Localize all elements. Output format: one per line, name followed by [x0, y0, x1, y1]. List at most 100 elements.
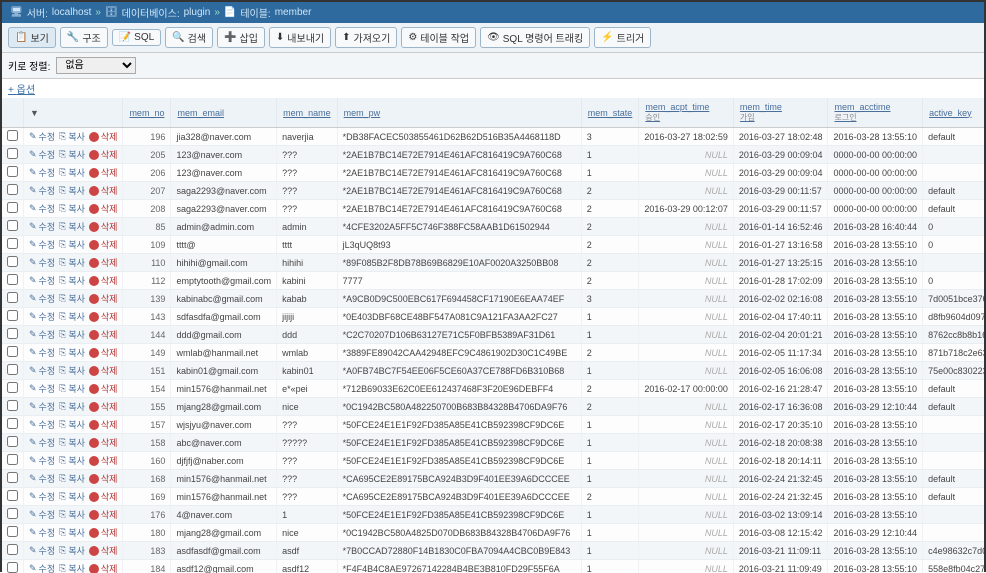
copy-link[interactable]: ⎘복사: [59, 400, 85, 413]
delete-link[interactable]: 삭제: [89, 508, 118, 521]
row-checkbox[interactable]: [7, 292, 18, 303]
edit-link[interactable]: ✎수정: [29, 454, 55, 467]
delete-link[interactable]: 삭제: [89, 328, 118, 341]
copy-link[interactable]: ⎘복사: [59, 418, 85, 431]
col-mem_pw[interactable]: mem_pw: [337, 98, 581, 128]
col-mem_name[interactable]: mem_name: [277, 98, 338, 128]
copy-link[interactable]: ⎘복사: [59, 526, 85, 539]
copy-link[interactable]: ⎘복사: [59, 202, 85, 215]
copy-link[interactable]: ⎘복사: [59, 256, 85, 269]
structure-tab[interactable]: 🔧구조: [60, 27, 108, 48]
row-checkbox[interactable]: [7, 346, 18, 357]
copy-link[interactable]: ⎘복사: [59, 454, 85, 467]
delete-link[interactable]: 삭제: [89, 400, 118, 413]
row-checkbox[interactable]: [7, 418, 18, 429]
delete-link[interactable]: 삭제: [89, 472, 118, 485]
row-checkbox[interactable]: [7, 184, 18, 195]
row-checkbox[interactable]: [7, 256, 18, 267]
triggers-tab[interactable]: ⚡트리거: [594, 27, 651, 48]
copy-link[interactable]: ⎘복사: [59, 130, 85, 143]
edit-link[interactable]: ✎수정: [29, 292, 55, 305]
row-checkbox[interactable]: [7, 220, 18, 231]
edit-link[interactable]: ✎수정: [29, 310, 55, 323]
delete-link[interactable]: 삭제: [89, 130, 118, 143]
delete-link[interactable]: 삭제: [89, 490, 118, 503]
copy-link[interactable]: ⎘복사: [59, 562, 85, 573]
copy-link[interactable]: ⎘복사: [59, 544, 85, 557]
delete-link[interactable]: 삭제: [89, 274, 118, 287]
edit-link[interactable]: ✎수정: [29, 274, 55, 287]
row-checkbox[interactable]: [7, 508, 18, 519]
row-checkbox[interactable]: [7, 148, 18, 159]
copy-link[interactable]: ⎘복사: [59, 472, 85, 485]
delete-link[interactable]: 삭제: [89, 562, 118, 573]
copy-link[interactable]: ⎘복사: [59, 274, 85, 287]
row-checkbox[interactable]: [7, 526, 18, 537]
row-checkbox[interactable]: [7, 562, 18, 573]
copy-link[interactable]: ⎘복사: [59, 382, 85, 395]
delete-link[interactable]: 삭제: [89, 436, 118, 449]
copy-link[interactable]: ⎘복사: [59, 310, 85, 323]
browse-tab[interactable]: 📋보기: [8, 27, 56, 48]
copy-link[interactable]: ⎘복사: [59, 238, 85, 251]
copy-link[interactable]: ⎘복사: [59, 436, 85, 449]
row-checkbox[interactable]: [7, 436, 18, 447]
edit-link[interactable]: ✎수정: [29, 256, 55, 269]
delete-link[interactable]: 삭제: [89, 184, 118, 197]
edit-link[interactable]: ✎수정: [29, 508, 55, 521]
col-mem_time[interactable]: mem_time가입: [733, 98, 828, 128]
edit-link[interactable]: ✎수정: [29, 562, 55, 573]
delete-link[interactable]: 삭제: [89, 220, 118, 233]
edit-link[interactable]: ✎수정: [29, 364, 55, 377]
row-checkbox[interactable]: [7, 130, 18, 141]
copy-link[interactable]: ⎘복사: [59, 292, 85, 305]
delete-link[interactable]: 삭제: [89, 310, 118, 323]
col-mem_state[interactable]: mem_state: [581, 98, 639, 128]
delete-link[interactable]: 삭제: [89, 382, 118, 395]
edit-link[interactable]: ✎수정: [29, 544, 55, 557]
row-checkbox[interactable]: [7, 382, 18, 393]
table-name[interactable]: member: [275, 7, 312, 18]
row-checkbox[interactable]: [7, 166, 18, 177]
server-name[interactable]: localhost: [52, 7, 91, 18]
col-active_key[interactable]: active_key: [923, 98, 984, 128]
edit-link[interactable]: ✎수정: [29, 184, 55, 197]
copy-link[interactable]: ⎘복사: [59, 148, 85, 161]
delete-link[interactable]: 삭제: [89, 238, 118, 251]
col-mem_acctime[interactable]: mem_acctime로그인: [828, 98, 923, 128]
delete-link[interactable]: 삭제: [89, 346, 118, 359]
row-checkbox[interactable]: [7, 544, 18, 555]
copy-link[interactable]: ⎘복사: [59, 220, 85, 233]
export-tab[interactable]: ⬇내보내기: [269, 27, 331, 48]
delete-link[interactable]: 삭제: [89, 202, 118, 215]
row-checkbox[interactable]: [7, 472, 18, 483]
edit-link[interactable]: ✎수정: [29, 166, 55, 179]
edit-link[interactable]: ✎수정: [29, 220, 55, 233]
delete-link[interactable]: 삭제: [89, 526, 118, 539]
edit-link[interactable]: ✎수정: [29, 436, 55, 449]
row-checkbox[interactable]: [7, 490, 18, 501]
edit-link[interactable]: ✎수정: [29, 238, 55, 251]
col-mem_no[interactable]: mem_no: [123, 98, 171, 128]
delete-link[interactable]: 삭제: [89, 454, 118, 467]
options-link[interactable]: + 옵션: [2, 79, 984, 98]
edit-link[interactable]: ✎수정: [29, 346, 55, 359]
row-checkbox[interactable]: [7, 328, 18, 339]
row-checkbox[interactable]: [7, 400, 18, 411]
edit-link[interactable]: ✎수정: [29, 472, 55, 485]
tracking-tab[interactable]: 👁SQL 명령어 트래킹: [480, 27, 590, 48]
copy-link[interactable]: ⎘복사: [59, 490, 85, 503]
row-checkbox[interactable]: [7, 454, 18, 465]
data-grid[interactable]: ▼ mem_nomem_emailmem_namemem_pwmem_state…: [2, 98, 984, 573]
edit-link[interactable]: ✎수정: [29, 490, 55, 503]
delete-link[interactable]: 삭제: [89, 544, 118, 557]
edit-link[interactable]: ✎수정: [29, 148, 55, 161]
edit-link[interactable]: ✎수정: [29, 202, 55, 215]
edit-link[interactable]: ✎수정: [29, 328, 55, 341]
edit-link[interactable]: ✎수정: [29, 526, 55, 539]
insert-tab[interactable]: ➕삽입: [217, 27, 265, 48]
col-mem_acpt_time[interactable]: mem_acpt_time승인: [639, 98, 734, 128]
col-mem_email[interactable]: mem_email: [171, 98, 277, 128]
sort-icon[interactable]: ▼: [30, 108, 39, 118]
operations-tab[interactable]: ⚙테이블 작업: [401, 27, 476, 48]
